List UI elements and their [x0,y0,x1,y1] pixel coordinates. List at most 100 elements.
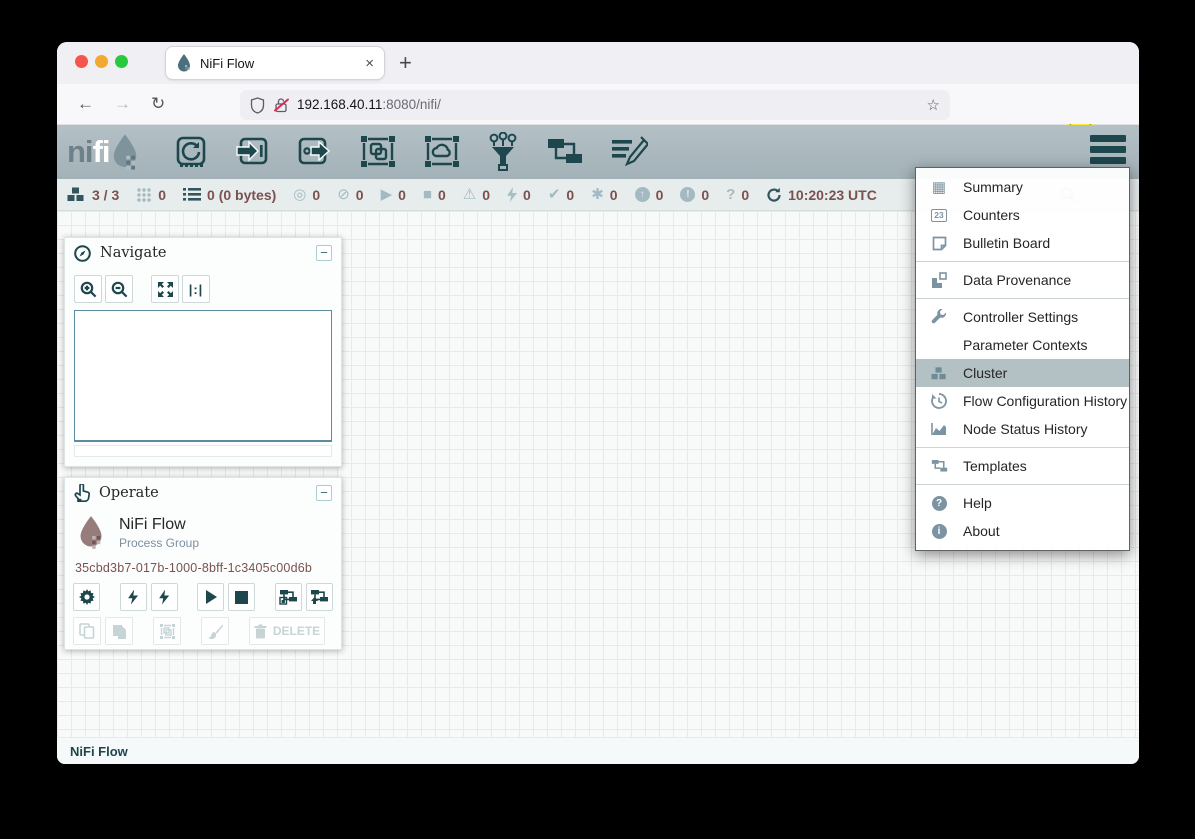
processor-tool-icon[interactable] [172,133,210,171]
save-template-icon [279,589,297,605]
nifi-favicon [176,54,192,72]
zoom-fit-icon [157,281,174,298]
breadcrumb-bar: NiFi Flow [57,737,1139,764]
play-icon [204,590,218,604]
trash-icon [254,624,267,639]
color-button[interactable] [201,617,229,645]
tab-close-icon[interactable]: × [365,56,374,71]
url-text[interactable]: 192.168.40.11:8080/nifi/ [297,96,441,114]
menu-item-flow-configuration-history[interactable]: Flow Configuration History [916,387,1129,415]
zoom-window-button[interactable] [115,55,128,68]
bulletin-board-icon [932,236,947,251]
zoom-in-button[interactable] [74,275,102,303]
input-port-tool-icon[interactable] [234,133,272,171]
new-tab-button[interactable]: + [399,50,412,76]
hand-pointer-icon [74,484,90,502]
not-transmitting-icon: ⊘ [337,187,350,202]
global-menu-icon[interactable] [1090,135,1126,164]
url-bar[interactable]: 192.168.40.11:8080/nifi/ ☆ [240,90,950,120]
selected-component: NiFi Flow Process Group [65,508,341,553]
breadcrumb[interactable]: NiFi Flow [70,744,128,759]
upload-template-button[interactable] [306,583,333,611]
paint-brush-icon [207,623,224,639]
upload-template-icon [310,589,328,605]
menu-divider [916,261,1129,262]
stop-button[interactable] [228,583,255,611]
up-to-date-icon: ✔ [548,187,561,202]
operate-title: Operate [99,485,307,501]
delete-button[interactable]: DELETE [249,617,325,645]
locally-modified-count: 0 [610,187,618,203]
zoom-out-button[interactable] [105,275,133,303]
stale-count: 0 [656,187,664,203]
menu-item-summary[interactable]: ▦ Summary [916,173,1129,201]
close-window-button[interactable] [75,55,88,68]
summary-icon: ▦ [929,178,949,196]
transmitting-count: 0 [312,187,320,203]
up-to-date-count: 0 [566,187,574,203]
forward-icon[interactable]: → [114,94,131,114]
shield-icon[interactable] [250,97,265,114]
disable-button[interactable] [151,583,178,611]
menu-item-data-provenance[interactable]: Data Provenance [916,266,1129,294]
navigate-collapse-button[interactable]: − [316,245,332,261]
funnel-tool-icon[interactable] [486,132,520,172]
template-tool-icon[interactable] [544,134,584,170]
chart-icon [931,422,947,436]
insecure-lock-icon[interactable] [274,97,288,113]
delete-label: DELETE [273,624,320,638]
menu-item-counters[interactable]: 23 Counters [916,201,1129,229]
status-cluster: 3 / 3 [66,186,119,203]
start-button[interactable] [197,583,224,611]
operate-panel: Operate − NiFi Flow Process Group 35cbd3… [64,477,342,650]
birdseye-minimap[interactable] [74,310,332,442]
operate-collapse-button[interactable]: − [316,485,332,501]
copy-button[interactable] [73,617,101,645]
menu-item-help[interactable]: ? Help [916,489,1129,517]
back-icon[interactable]: ← [77,94,94,114]
browser-tab[interactable]: NiFi Flow × [165,46,385,80]
menu-item-controller-settings[interactable]: Controller Settings [916,303,1129,331]
process-group-droplet-icon [77,514,105,551]
reload-icon[interactable]: ↻ [151,94,165,114]
zoom-actual-button[interactable]: |:| [182,275,210,303]
status-sync-failure: ? 0 [726,186,749,203]
menu-item-templates[interactable]: Templates [916,452,1129,480]
flow-type: Process Group [119,536,199,550]
enable-button[interactable] [120,583,147,611]
nifi-droplet-icon [110,133,140,171]
menu-item-bulletin-board[interactable]: Bulletin Board [916,229,1129,257]
not-transmitting-count: 0 [356,187,364,203]
flow-name: NiFi Flow [119,516,199,534]
disabled-count: 0 [523,187,531,203]
menu-item-node-status-history[interactable]: Node Status History [916,415,1129,443]
label-tool-icon[interactable] [608,134,648,170]
create-template-button[interactable] [275,583,302,611]
url-path: :8080/nifi/ [382,97,441,112]
process-group-tool-icon[interactable] [358,133,398,171]
status-active-threads: 0 [136,187,166,203]
group-button[interactable] [153,617,181,645]
menu-item-parameter-contexts[interactable]: Parameter Contexts [916,331,1129,359]
remote-process-group-tool-icon[interactable] [422,133,462,171]
tab-strip: NiFi Flow × + [57,42,1139,84]
status-queued: 0 (0 bytes) [183,187,276,203]
output-port-tool-icon[interactable] [296,133,334,171]
minimize-window-button[interactable] [95,55,108,68]
flow-id: 35cbd3b7-017b-1000-8bff-1c3405c00d6b [65,553,341,577]
queued-icon [183,187,201,202]
menu-item-cluster[interactable]: Cluster [916,359,1129,387]
birdseye-slider[interactable] [74,445,332,457]
bookmark-star-icon[interactable]: ☆ [927,96,940,114]
zoom-out-icon [111,281,128,298]
refresh-icon[interactable] [766,187,782,203]
menu-divider [916,484,1129,485]
menu-item-about[interactable]: i About [916,517,1129,545]
navigate-header: Navigate − [65,238,341,268]
paste-button[interactable] [105,617,133,645]
sync-failure-icon: ? [726,186,735,203]
configure-button[interactable] [73,583,100,611]
zoom-fit-button[interactable] [151,275,179,303]
help-icon: ? [932,496,947,511]
status-invalid: ⚠ 0 [463,187,490,203]
